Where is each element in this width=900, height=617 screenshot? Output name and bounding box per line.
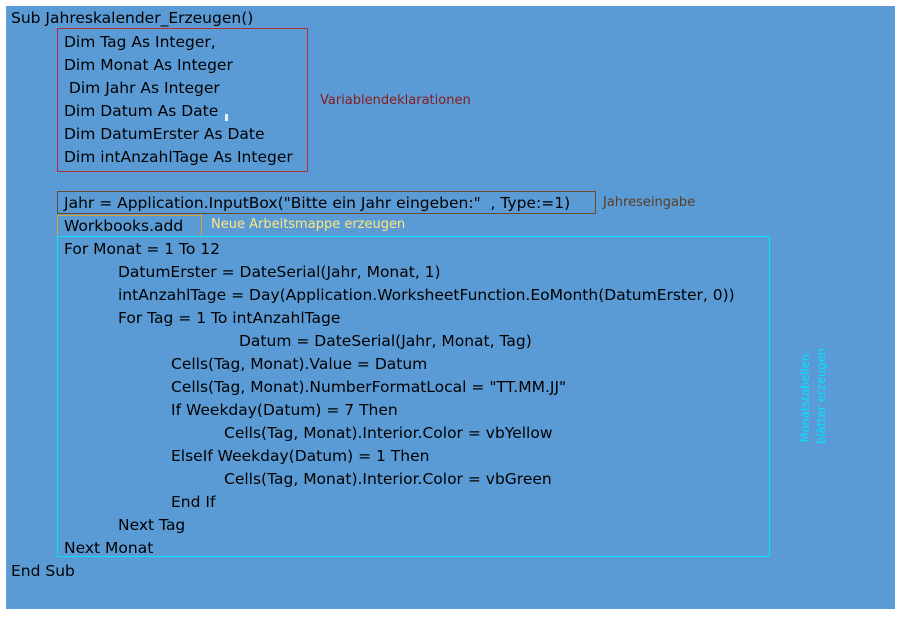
code-line-dim-datumerster: Dim DatumErster As Date — [64, 125, 265, 143]
code-line-anzahltage-assign: intAnzahlTage = Day(Application.Workshee… — [118, 286, 735, 304]
code-line-dim-monat: Dim Monat As Integer — [64, 56, 233, 74]
annotation-new-workbook: Neue Arbeitsmappe erzeugen — [211, 217, 406, 232]
code-line-dim-tag: Dim Tag As Integer, — [64, 33, 216, 51]
code-line-elseif-weekday: ElseIf Weekday(Datum) = 1 Then — [171, 447, 430, 465]
code-line-workbooks-add: Workbooks.add — [64, 217, 184, 235]
annotation-variables: Variablendeklarationen — [320, 93, 471, 108]
code-line-dim-anzahltage: Dim intAnzahlTage As Integer — [64, 148, 293, 166]
code-line-cells-value: Cells(Tag, Monat).Value = Datum — [171, 355, 428, 373]
annotation-month-sheets-line2: blätter erzeugen — [814, 348, 828, 444]
code-line-next-monat: Next Monat — [64, 539, 154, 557]
code-line-next-tag: Next Tag — [118, 516, 186, 534]
code-line-cells-format: Cells(Tag, Monat).NumberFormatLocal = "T… — [171, 378, 567, 396]
annotation-year-input: Jahreseingabe — [603, 195, 696, 210]
code-line-for-monat: For Monat = 1 To 12 — [64, 240, 220, 258]
code-line-datumerster-assign: DatumErster = DateSerial(Jahr, Monat, 1) — [118, 263, 441, 281]
code-line-color-yellow: Cells(Tag, Monat).Interior.Color = vbYel… — [224, 424, 553, 442]
text-cursor — [225, 114, 228, 121]
code-line-for-tag: For Tag = 1 To intAnzahlTage — [118, 309, 341, 327]
code-line-if-weekday: If Weekday(Datum) = 7 Then — [171, 401, 398, 419]
code-line-dim-jahr: Dim Jahr As Integer — [64, 79, 220, 97]
code-line-dim-datum: Dim Datum As Date — [64, 102, 219, 120]
code-line-jahr-input: Jahr = Application.InputBox("Bitte ein J… — [64, 194, 571, 212]
code-line-sub-start: Sub Jahreskalender_Erzeugen() — [11, 9, 254, 27]
code-line-end-if: End If — [171, 493, 216, 511]
code-line-color-green: Cells(Tag, Monat).Interior.Color = vbGre… — [224, 470, 552, 488]
code-line-datum-assign: Datum = DateSerial(Jahr, Monat, Tag) — [239, 332, 532, 350]
annotation-month-sheets-line1: Monatstabellen- — [798, 349, 812, 443]
code-line-end-sub: End Sub — [11, 562, 75, 580]
